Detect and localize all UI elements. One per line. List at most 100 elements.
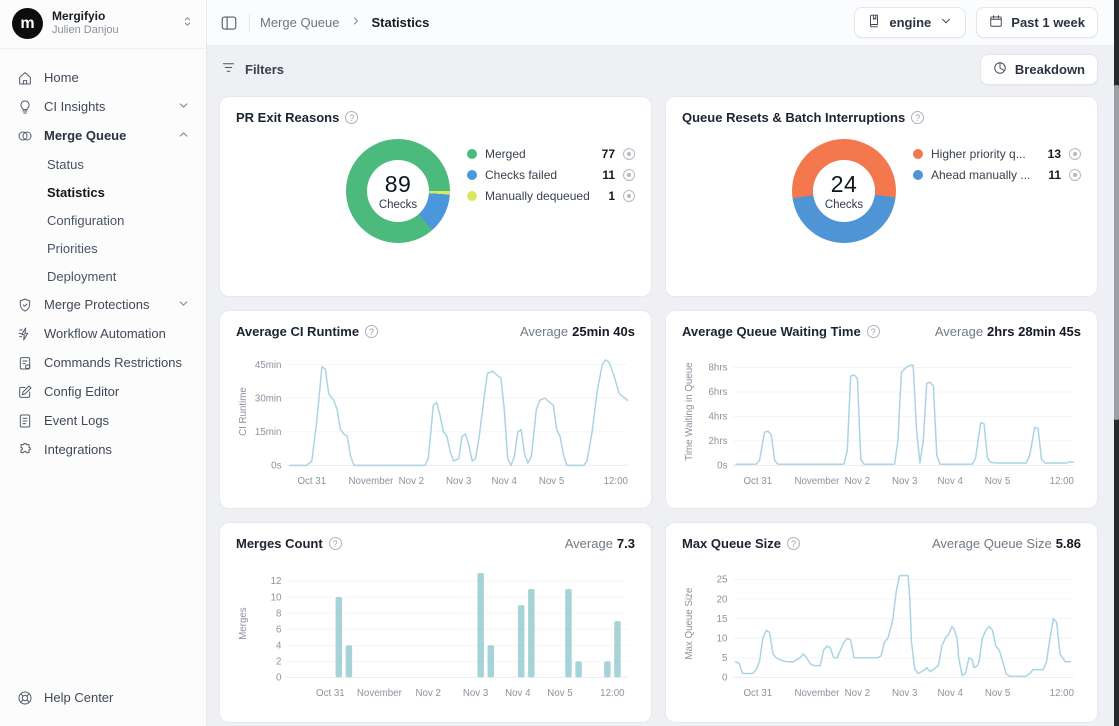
legend-color-dot	[913, 170, 923, 180]
legend: Merged 77 Checks failed 11 Manually dequ…	[467, 143, 635, 206]
ci-runtime-line-chart: 0s15min30min45minOct 31NovemberNov 2Nov …	[236, 343, 635, 495]
svg-text:0s: 0s	[717, 461, 727, 472]
max-queue-size-line-chart: 0510152025Oct 31NovemberNov 2Nov 3Nov 4N…	[682, 555, 1081, 707]
svg-text:Nov 2: Nov 2	[399, 476, 424, 487]
cards-grid: PR Exit Reasons? 89 Checks Merged 77	[207, 88, 1119, 723]
sidebar-item-statistics[interactable]: Statistics	[8, 178, 198, 206]
scrollbar-track[interactable]	[1114, 0, 1119, 726]
sidebar-item-integrations[interactable]: Integrations	[8, 435, 198, 464]
legend-color-dot	[467, 170, 477, 180]
pr-exit-reasons-donut-chart: 89 Checks	[346, 139, 450, 243]
chevron-down-icon	[939, 14, 953, 31]
date-range-button[interactable]: Past 1 week	[976, 7, 1098, 38]
zap-icon	[16, 325, 33, 342]
svg-text:November: November	[794, 476, 840, 487]
svg-text:2hrs: 2hrs	[709, 436, 728, 447]
workspace-name: Mergifyio	[52, 9, 172, 24]
card-pr-exit-reasons: PR Exit Reasons? 89 Checks Merged 77	[219, 96, 652, 297]
legend-value: 77	[602, 147, 615, 161]
sidebar-item-label: CI Insights	[44, 99, 166, 114]
svg-text:Nov 5: Nov 5	[547, 688, 572, 699]
legend-value: 13	[1048, 147, 1061, 161]
svg-text:8: 8	[276, 608, 281, 619]
legend-visibility-icon[interactable]	[1069, 148, 1081, 160]
donut-center-label: Checks	[379, 199, 417, 211]
legend-label: Ahead manually ...	[931, 168, 1040, 182]
legend-visibility-icon[interactable]	[623, 190, 635, 202]
sidebar-item-merge-protections[interactable]: Merge Protections	[8, 290, 198, 319]
svg-text:Nov 5: Nov 5	[539, 476, 564, 487]
breadcrumb-merge-queue[interactable]: Merge Queue	[260, 15, 340, 30]
workspace-switcher[interactable]: m Mergifyio Julien Danjou	[0, 0, 206, 49]
queue-resets-donut-chart: 24 Checks	[792, 139, 896, 243]
sidebar-item-commands-restrictions[interactable]: Commands Restrictions	[8, 348, 198, 377]
sidebar-item-label: Home	[44, 70, 190, 85]
sidebar-item-event-logs[interactable]: Event Logs	[8, 406, 198, 435]
legend-color-dot	[913, 149, 923, 159]
card-title: Merges Count	[236, 536, 323, 551]
sidebar-item-config-editor[interactable]: Config Editor	[8, 377, 198, 406]
svg-text:6: 6	[276, 624, 281, 635]
card-queue-resets: Queue Resets & Batch Interruptions? 24 C…	[665, 96, 1098, 297]
legend-visibility-icon[interactable]	[623, 148, 635, 160]
average-prefix: Average Queue Size	[932, 536, 1052, 551]
card-average-queue-waiting-time: Average Queue Waiting Time? Average2hrs …	[665, 310, 1098, 509]
svg-text:12:00: 12:00	[600, 688, 625, 699]
sidebar-item-label: Event Logs	[44, 413, 190, 428]
legend-item: Merged 77	[467, 143, 635, 164]
sidebar-item-label: Config Editor	[44, 384, 190, 399]
svg-text:12:00: 12:00	[1050, 476, 1075, 487]
help-center-link[interactable]: Help Center	[0, 675, 206, 726]
help-icon[interactable]: ?	[329, 537, 342, 550]
breakdown-button[interactable]: Breakdown	[980, 54, 1098, 85]
svg-text:Nov 3: Nov 3	[463, 688, 488, 699]
help-icon[interactable]: ?	[867, 325, 880, 338]
svg-text:November: November	[348, 476, 394, 487]
sidebar-item-home[interactable]: Home	[8, 63, 198, 92]
sidebar-item-label: Merge Queue	[44, 128, 166, 143]
engine-label: engine	[889, 15, 931, 30]
shield-check-icon	[16, 296, 33, 313]
sidebar-item-status[interactable]: Status	[8, 150, 198, 178]
sidebar-toggle-icon[interactable]	[219, 13, 239, 33]
engine-selector-button[interactable]: engine	[854, 7, 966, 38]
svg-text:20: 20	[717, 594, 728, 605]
sidebar-item-ci-insights[interactable]: CI Insights	[8, 92, 198, 121]
sidebar-item-merge-queue[interactable]: Merge Queue	[8, 121, 198, 150]
sidebar: m Mergifyio Julien Danjou Home CI Insigh…	[0, 0, 207, 726]
legend-value: 11	[1048, 168, 1061, 182]
sidebar-item-workflow-automation[interactable]: Workflow Automation	[8, 319, 198, 348]
svg-text:0: 0	[722, 673, 728, 684]
svg-text:10: 10	[717, 633, 728, 644]
help-icon[interactable]: ?	[365, 325, 378, 338]
help-icon[interactable]: ?	[345, 111, 358, 124]
pie-chart-icon	[993, 61, 1007, 78]
scrollbar-thumb[interactable]	[1114, 85, 1119, 420]
up-down-chevron-icon	[181, 15, 194, 33]
svg-text:8hrs: 8hrs	[709, 363, 728, 374]
chevron-up-icon	[177, 128, 190, 144]
svg-text:Nov 4: Nov 4	[938, 688, 964, 699]
home-icon	[16, 69, 33, 86]
card-title: Max Queue Size	[682, 536, 781, 551]
sidebar-item-configuration[interactable]: Configuration	[8, 206, 198, 234]
svg-text:Nov 4: Nov 4	[505, 688, 531, 699]
legend-visibility-icon[interactable]	[623, 169, 635, 181]
svg-text:4: 4	[276, 641, 282, 652]
svg-text:Nov 4: Nov 4	[938, 476, 964, 487]
help-icon[interactable]: ?	[911, 111, 924, 124]
legend-visibility-icon[interactable]	[1069, 169, 1081, 181]
svg-text:Nov 3: Nov 3	[446, 476, 471, 487]
sidebar-item-label: Integrations	[44, 442, 190, 457]
svg-text:10: 10	[271, 592, 282, 603]
svg-text:12:00: 12:00	[1050, 688, 1075, 699]
sidebar-item-priorities[interactable]: Priorities	[8, 234, 198, 262]
merge-queue-icon	[16, 127, 33, 144]
sidebar-item-deployment[interactable]: Deployment	[8, 262, 198, 290]
help-icon[interactable]: ?	[787, 537, 800, 550]
svg-text:Max Queue Size: Max Queue Size	[684, 588, 695, 660]
card-max-queue-size: Max Queue Size? Average Queue Size5.86 0…	[665, 522, 1098, 723]
svg-text:Nov 5: Nov 5	[985, 688, 1010, 699]
filters-button[interactable]: Filters	[221, 60, 284, 78]
filters-toolbar: Filters Breakdown	[207, 46, 1119, 88]
